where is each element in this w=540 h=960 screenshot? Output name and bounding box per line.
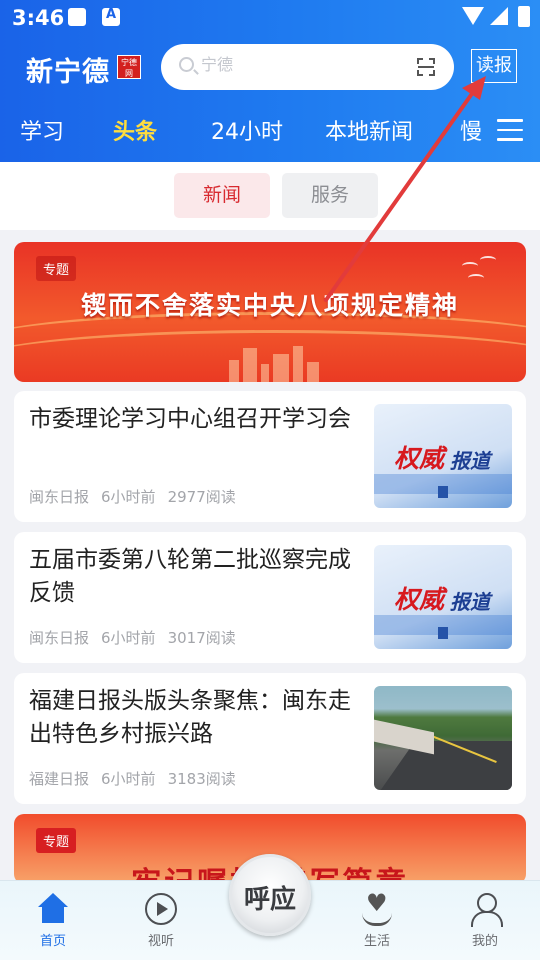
news-thumbnail: 权威 报道 (374, 545, 512, 649)
tab-life[interactable]: 生活 (347, 889, 407, 949)
segment-services[interactable]: 服务 (282, 173, 378, 218)
scan-icon[interactable] (417, 58, 435, 76)
heart-hand-icon (360, 889, 394, 926)
news-source: 福建日报 (29, 770, 90, 788)
app-logo: 新宁德 (26, 57, 110, 88)
news-meta: 福建日报 6小时前 3183阅读 (29, 768, 248, 789)
tab-video[interactable]: 视听 (131, 893, 191, 949)
image-icon (68, 8, 86, 26)
app-header: 3:46 新宁德 宁德 网 读报 学习 头条 24小时 本地新闻 慢 (0, 0, 540, 162)
news-card[interactable]: 五届市委第八轮第二批巡察完成反馈 闽东日报 6小时前 3017阅读 权威 报道 (14, 532, 526, 663)
tab-home[interactable]: 首页 (23, 893, 83, 949)
tab-headlines[interactable]: 头条 (113, 114, 157, 146)
topic-tag: 专题 (36, 828, 77, 853)
news-meta: 闽东日报 6小时前 2977阅读 (29, 486, 248, 507)
segment-news[interactable]: 新闻 (174, 173, 270, 218)
logo-seal: 宁德 网 (117, 55, 141, 79)
search-input[interactable] (201, 55, 401, 74)
news-title: 市委理论学习中心组召开学习会 (29, 406, 351, 432)
city-skyline-icon (219, 344, 329, 382)
read-newspaper-button[interactable]: 读报 (471, 49, 517, 83)
news-source: 闽东日报 (29, 488, 90, 506)
news-card[interactable]: 市委理论学习中心组召开学习会 闽东日报 6小时前 2977阅读 权威 报道 (14, 391, 526, 522)
play-circle-icon (145, 893, 177, 925)
a-badge-icon (102, 7, 120, 26)
news-reads: 2977阅读 (167, 488, 236, 506)
wifi-icon (462, 7, 484, 25)
news-card[interactable]: 福建日报头版头条聚焦：闽东走出特色乡村振兴路 福建日报 6小时前 3183阅读 (14, 673, 526, 804)
segment-control: 新闻 服务 (0, 162, 540, 230)
topic-banner[interactable]: 专题 锲而不舍落实中央八项规定精神 (14, 242, 526, 382)
center-action-button[interactable]: 呼应 (229, 854, 311, 936)
hamburger-menu-icon[interactable] (497, 119, 523, 141)
news-source: 闽东日报 (29, 629, 90, 647)
status-time: 3:46 (12, 6, 65, 30)
news-title: 五届市委第八轮第二批巡察完成反馈 (29, 547, 351, 606)
news-reads: 3017阅读 (167, 629, 236, 647)
news-meta: 闽东日报 6小时前 3017阅读 (29, 627, 248, 648)
tab-slow[interactable]: 慢 (460, 114, 482, 146)
news-reads: 3183阅读 (167, 770, 236, 788)
news-time: 6小时前 (101, 488, 156, 506)
news-thumbnail: 权威 报道 (374, 404, 512, 508)
village-road-photo (374, 686, 512, 790)
signal-icon (490, 7, 508, 25)
user-icon (468, 893, 503, 927)
home-icon (36, 893, 70, 925)
news-time: 6小时前 (101, 629, 156, 647)
topic-tag: 专题 (36, 256, 77, 281)
channel-nav: 学习 头条 24小时 本地新闻 慢 (0, 112, 540, 150)
tab-me[interactable]: 我的 (455, 893, 515, 949)
news-title: 福建日报头版头条聚焦：闽东走出特色乡村振兴路 (29, 688, 351, 747)
battery-icon (518, 6, 530, 27)
tab-24-hours[interactable]: 24小时 (211, 114, 283, 146)
banner-title: 锲而不舍落实中央八项规定精神 (80, 291, 459, 320)
tab-study[interactable]: 学习 (20, 114, 64, 146)
tab-local-news[interactable]: 本地新闻 (325, 114, 413, 146)
news-time: 6小时前 (101, 770, 156, 788)
search-bar[interactable] (161, 44, 454, 90)
search-icon[interactable] (179, 57, 194, 72)
status-bar: 3:46 (0, 0, 540, 36)
center-action-label: 呼应 (243, 885, 296, 915)
